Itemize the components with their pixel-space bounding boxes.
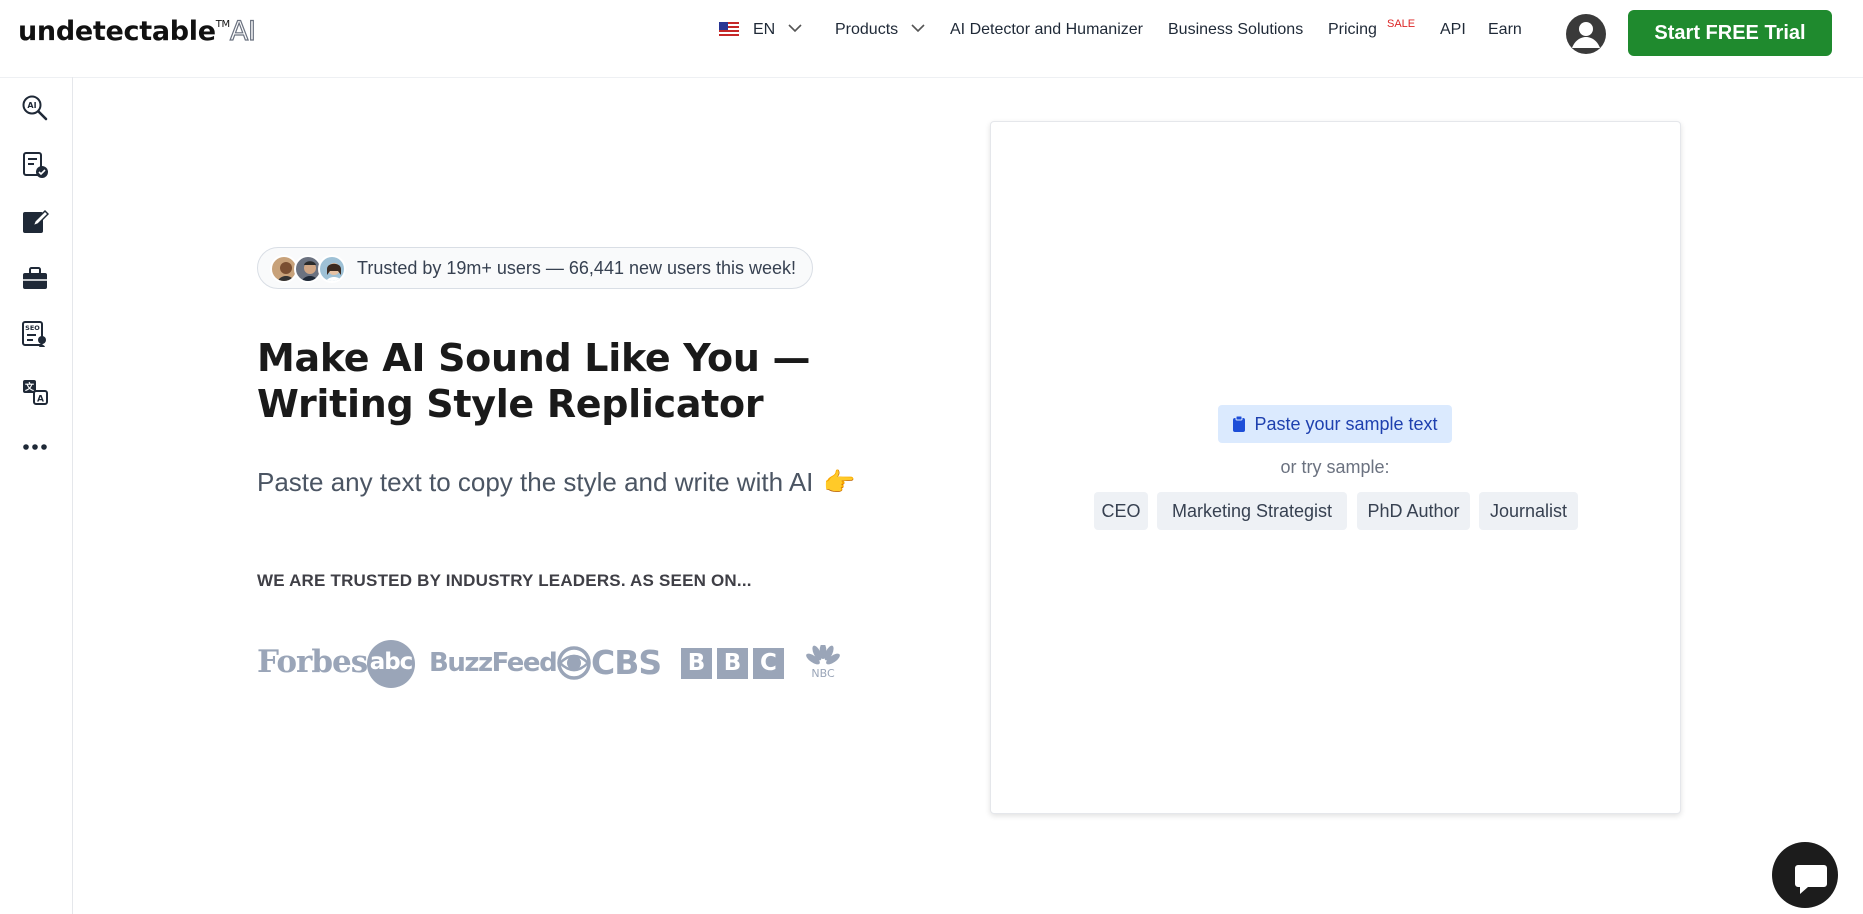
paste-sample-text-button[interactable]: Paste your sample text <box>1218 405 1452 443</box>
svg-text:SEO: SEO <box>25 324 40 332</box>
more-icon[interactable] <box>21 433 49 461</box>
nav-earn[interactable]: Earn <box>1488 21 1522 39</box>
pointing-hand-icon: 👉 <box>823 467 856 497</box>
svg-text:文: 文 <box>24 381 35 393</box>
svg-text:AI: AI <box>27 101 36 110</box>
bbc-block-b: B <box>717 648 748 679</box>
bbc-logo: BBC <box>681 648 784 679</box>
nav-products[interactable]: Products <box>835 21 925 39</box>
nav-pricing[interactable]: Pricing SALE <box>1328 18 1415 39</box>
cbs-logo: CBS <box>557 643 662 682</box>
translate-icon[interactable]: 文 A <box>21 378 49 406</box>
cbs-logo-text: CBS <box>591 643 662 682</box>
chat-bubble-icon <box>1795 865 1827 894</box>
user-icon <box>1572 22 1600 48</box>
logo-text: undetectable <box>18 16 216 47</box>
svg-text:A: A <box>37 395 44 405</box>
sample-chip-marketing-strategist[interactable]: Marketing Strategist <box>1157 492 1347 530</box>
chevron-down-icon <box>911 24 925 33</box>
sample-chip-ceo[interactable]: CEO <box>1094 492 1148 530</box>
chevron-down-icon <box>788 24 802 33</box>
forbes-logo: Forbes <box>257 644 368 680</box>
trusted-by-heading: WE ARE TRUSTED BY INDUSTRY LEADERS. AS S… <box>257 571 752 590</box>
document-check-icon[interactable] <box>21 151 49 179</box>
seo-report-icon[interactable]: SEO <box>21 320 49 348</box>
language-label: EN <box>753 21 776 38</box>
nbc-logo-text: NBC <box>811 667 835 680</box>
logo-ai: AI <box>229 15 256 47</box>
trust-text: Trusted by 19m+ users — 66,441 new users… <box>357 258 797 278</box>
page-title: Make AI Sound Like You — Writing Style R… <box>257 336 811 426</box>
language-selector[interactable]: EN <box>719 21 802 39</box>
user-avatars <box>270 255 346 283</box>
nav-pricing-label: Pricing <box>1328 21 1377 38</box>
sample-chip-journalist[interactable]: Journalist <box>1479 492 1578 530</box>
page-subtitle: Paste any text to copy the style and wri… <box>257 467 856 498</box>
nav-ai-detector[interactable]: AI Detector and Humanizer <box>950 21 1143 39</box>
site-logo[interactable]: undetectableTMAI <box>18 15 257 47</box>
briefcase-icon[interactable] <box>21 265 49 293</box>
chat-support-button[interactable] <box>1772 842 1838 908</box>
sale-badge: SALE <box>1387 18 1416 30</box>
edit-document-icon[interactable] <box>21 208 49 236</box>
nbc-logo: NBC <box>806 643 840 683</box>
buzzfeed-logo: BuzzFeed <box>429 648 558 678</box>
nbc-peacock-icon <box>806 643 840 665</box>
subtitle-text: Paste any text to copy the style and wri… <box>257 467 814 497</box>
or-try-sample-label: or try sample: <box>1280 457 1390 477</box>
us-flag-icon <box>719 21 739 36</box>
bbc-block-c: C <box>753 648 784 679</box>
ai-detector-icon[interactable]: AI <box>21 94 49 122</box>
bbc-block-b: B <box>681 648 712 679</box>
nav-products-label: Products <box>835 21 899 38</box>
top-navbar: undetectableTMAI EN Products AI Detector… <box>0 0 1863 78</box>
abc-logo: abc <box>367 640 415 688</box>
trust-badge: Trusted by 19m+ users — 66,441 new users… <box>257 247 813 289</box>
tool-sidebar: AI SEO 文 A <box>0 77 73 914</box>
paste-button-label: Paste your sample text <box>1254 413 1438 434</box>
sample-chip-phd-author[interactable]: PhD Author <box>1357 492 1470 530</box>
avatar <box>318 255 346 283</box>
logo-trademark: TM <box>215 19 230 30</box>
account-avatar-icon[interactable] <box>1566 14 1606 54</box>
cbs-eye-icon <box>557 645 591 680</box>
nav-business-solutions[interactable]: Business Solutions <box>1168 21 1303 39</box>
nav-api[interactable]: API <box>1440 21 1466 39</box>
clipboard-icon <box>1233 415 1246 432</box>
start-free-trial-button[interactable]: Start FREE Trial <box>1628 10 1832 56</box>
abc-logo-text: abc <box>369 649 414 675</box>
